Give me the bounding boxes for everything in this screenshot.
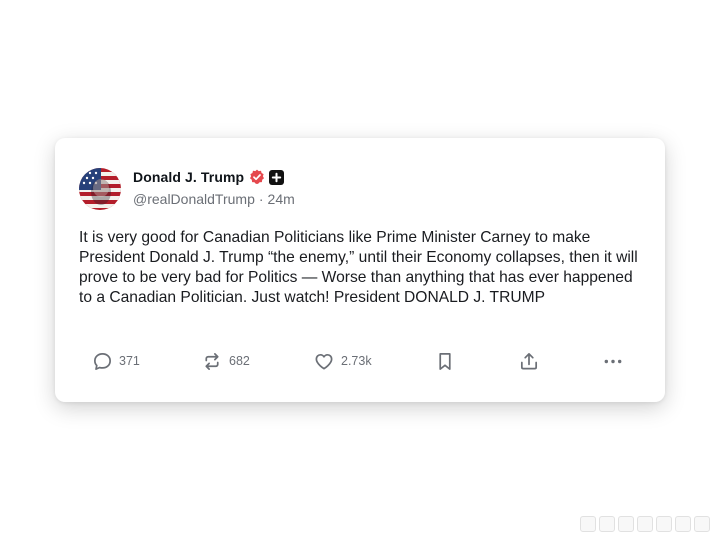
repost-count: 682 [229, 354, 250, 368]
avatar[interactable] [79, 168, 121, 210]
share-icon [518, 351, 540, 372]
reply-icon [92, 351, 113, 372]
separator-dot: · [258, 191, 264, 207]
share-button[interactable] [518, 346, 540, 376]
action-bar: 371 682 2.73k [55, 346, 665, 376]
repost-button[interactable]: 682 [201, 346, 250, 376]
like-count: 2.73k [341, 354, 372, 368]
verified-badge-icon [249, 169, 265, 185]
like-button[interactable]: 2.73k [313, 346, 372, 376]
author-handle[interactable]: @realDonaldTrump [133, 191, 255, 207]
handle-row: @realDonaldTrump · 24m [133, 191, 295, 207]
watermark [580, 516, 710, 532]
more-options-button[interactable] [602, 346, 624, 376]
bookmark-button[interactable] [435, 346, 455, 376]
reply-button[interactable]: 371 [92, 346, 140, 376]
bookmark-icon [435, 351, 455, 372]
post-timestamp[interactable]: 24m [268, 191, 295, 207]
reply-count: 371 [119, 354, 140, 368]
more-icon [602, 351, 624, 372]
author-row: Donald J. Trump [133, 167, 285, 187]
post-body: It is very good for Canadian Politicians… [79, 229, 643, 306]
repost-icon [201, 351, 223, 372]
plus-badge-icon [269, 169, 285, 185]
author-name[interactable]: Donald J. Trump [133, 169, 244, 185]
post-card: Donald J. Trump @realDonaldTrump · 24m I… [55, 138, 665, 402]
heart-icon [313, 351, 335, 372]
